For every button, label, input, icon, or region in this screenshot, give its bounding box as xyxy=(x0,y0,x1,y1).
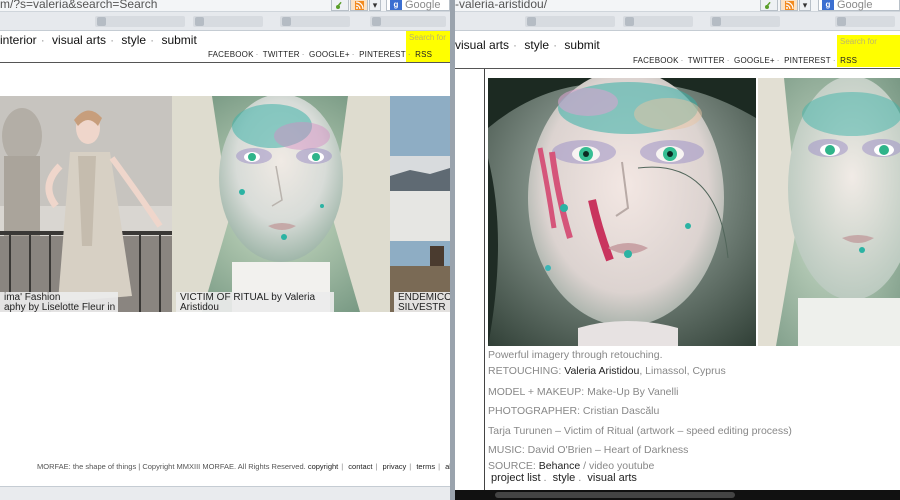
footer-link-contact[interactable]: contact xyxy=(348,462,372,471)
bookmarks-bar xyxy=(455,12,900,31)
key-icon[interactable] xyxy=(760,0,778,11)
browser-search-box[interactable]: g Google xyxy=(818,0,900,11)
artwork-main-image[interactable] xyxy=(488,78,756,346)
browser-search-box[interactable]: g Google xyxy=(386,0,450,11)
endemico-photo xyxy=(390,96,450,312)
header-divider xyxy=(455,68,900,69)
key-icon[interactable] xyxy=(331,0,349,11)
scrollbar-thumb[interactable] xyxy=(495,492,735,498)
rss-icon[interactable] xyxy=(780,0,798,11)
google-icon: g xyxy=(390,0,402,10)
credit-photographer: PHOTOGRAPHER: Cristian Dascălu xyxy=(488,405,660,418)
tile-caption: ENDEMICO SILVESTR xyxy=(394,292,450,312)
status-bar xyxy=(0,486,450,500)
googleplus-link[interactable]: GOOGLE+ xyxy=(309,50,350,59)
social-links: FACEBOOK · TWITTER · GOOGLE+ · PINTEREST · R… xyxy=(208,50,433,59)
pinterest-link[interactable]: PINTEREST xyxy=(784,56,831,65)
bookmark-item[interactable] xyxy=(710,16,780,27)
credit-retouching: RETOUCHING: Valeria Aristidou, Limassol,… xyxy=(488,364,726,377)
gallery-tile-endemico[interactable]: ENDEMICO SILVESTR xyxy=(390,96,450,312)
url-text[interactable]: m/?s=valeria&search=Search xyxy=(0,0,157,11)
pinterest-link[interactable]: PINTEREST xyxy=(359,50,406,59)
site-nav: interior · visual arts · style · submit xyxy=(0,33,197,47)
bookmark-item[interactable] xyxy=(193,16,263,27)
tag-style[interactable]: style xyxy=(553,472,576,484)
tag-links: project list. style. visual arts xyxy=(491,472,637,484)
gallery-tile-fashion[interactable]: ima' Fashion aphy by Liselotte Fleur in xyxy=(0,96,172,312)
content-left-border xyxy=(484,69,485,500)
bookmark-item[interactable] xyxy=(95,16,185,27)
nav-item-visual-arts[interactable]: visual arts xyxy=(455,38,509,52)
nav-item-style[interactable]: style xyxy=(121,33,146,47)
bookmarks-bar xyxy=(0,12,450,31)
artwork-secondary-image[interactable] xyxy=(758,78,900,346)
fashion-photo xyxy=(0,96,172,312)
facebook-link[interactable]: FACEBOOK xyxy=(633,56,679,65)
twitter-link[interactable]: TWITTER xyxy=(263,50,300,59)
victim-of-ritual-crop-photo xyxy=(758,78,900,346)
dropdown-arrow-icon[interactable]: ▾ xyxy=(369,0,381,11)
bookmark-item[interactable] xyxy=(835,16,895,27)
gallery-tile-victim-of-ritual[interactable]: VICTIM OF RITUAL by Valeria Aristidou xyxy=(172,96,390,312)
url-text[interactable]: -valeria-aristidou/ xyxy=(455,0,547,11)
bookmark-item[interactable] xyxy=(623,16,693,27)
footer-link-privacy[interactable]: privacy xyxy=(383,462,407,471)
nav-item-submit[interactable]: submit xyxy=(564,38,599,52)
twitter-link[interactable]: TWITTER xyxy=(688,56,725,65)
dropdown-arrow-icon[interactable]: ▾ xyxy=(799,0,811,11)
social-links: FACEBOOK · TWITTER · GOOGLE+ · PINTEREST · R… xyxy=(633,56,858,65)
facebook-link[interactable]: FACEBOOK xyxy=(208,50,254,59)
nav-item-visual-arts[interactable]: visual arts xyxy=(52,33,106,47)
source-link-behance[interactable]: Behance xyxy=(539,460,580,472)
footer-link-copyright[interactable]: copyright xyxy=(308,462,338,471)
right-browser-window: -valeria-aristidou/ ▾ g Google visual art… xyxy=(455,0,900,500)
bookmark-item[interactable] xyxy=(370,16,446,27)
rss-icon[interactable] xyxy=(350,0,368,11)
victim-of-ritual-main-photo xyxy=(488,78,756,346)
rss-link[interactable]: RSS xyxy=(840,56,857,65)
bookmark-item[interactable] xyxy=(525,16,615,27)
horizontal-scrollbar[interactable] xyxy=(455,490,900,500)
credit-source: SOURCE: Behance / video youtube xyxy=(488,460,655,473)
site-nav: visual arts · style · submit xyxy=(455,38,600,52)
nav-item-interior[interactable]: interior xyxy=(0,33,37,47)
credit-music: MUSIC: David O'Brien – Heart of Darkness xyxy=(488,443,689,456)
address-bar[interactable]: m/?s=valeria&search=Search ▾ g Google xyxy=(0,0,450,12)
tag-visual-arts[interactable]: visual arts xyxy=(587,472,637,484)
left-browser-window: m/?s=valeria&search=Search ▾ g Google int… xyxy=(0,0,450,500)
google-icon: g xyxy=(822,0,834,10)
article-credits: Powerful imagery through retouching. RET… xyxy=(488,348,888,472)
googleplus-link[interactable]: GOOGLE+ xyxy=(734,56,775,65)
credit-video-title: Tarja Turunen – Victim of Ritual (artwor… xyxy=(488,424,792,437)
artist-link[interactable]: Valeria Aristidou xyxy=(564,365,639,377)
footer-link-terms[interactable]: terms xyxy=(416,462,435,471)
nav-item-submit[interactable]: submit xyxy=(161,33,196,47)
header-divider xyxy=(0,62,450,63)
tile-caption: VICTIM OF RITUAL by Valeria Aristidou xyxy=(176,292,334,312)
tile-caption: ima' Fashion aphy by Liselotte Fleur in xyxy=(0,292,118,312)
rss-link[interactable]: RSS xyxy=(415,50,432,59)
bookmark-item[interactable] xyxy=(280,16,350,27)
credit-model: MODEL + MAKEUP: Make-Up By Vanelli xyxy=(488,386,679,398)
victim-of-ritual-photo xyxy=(172,96,390,312)
tag-project-list[interactable]: project list xyxy=(491,472,541,484)
site-footer: MORFAE: the shape of things | Copyright … xyxy=(0,462,450,471)
article-intro: Powerful imagery through retouching. xyxy=(488,349,663,361)
nav-item-style[interactable]: style xyxy=(524,38,549,52)
address-bar[interactable]: -valeria-aristidou/ ▾ g Google xyxy=(455,0,900,12)
